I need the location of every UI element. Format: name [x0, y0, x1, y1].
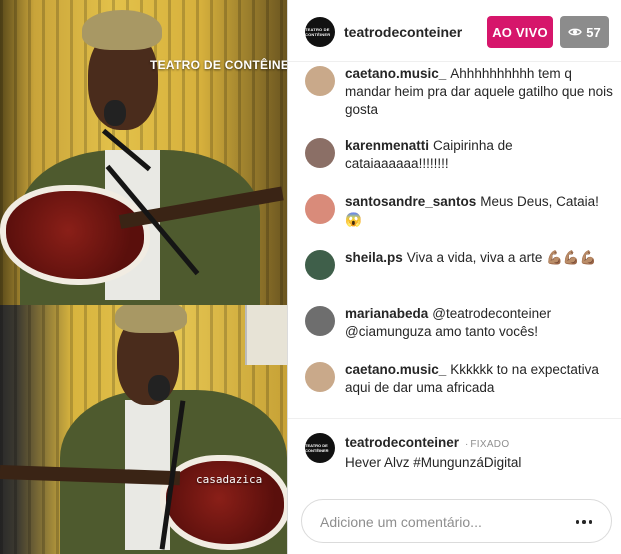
live-chat-panel: TEATRO DE CONTÊINER teatrodeconteiner AO… [287, 0, 621, 554]
avatar[interactable] [305, 66, 335, 96]
divider [288, 418, 621, 419]
comment-text: Viva a vida, viva a arte 💪🏽💪🏽💪🏽 [406, 250, 597, 265]
comment-username[interactable]: santosandre_santos [345, 194, 476, 209]
avatar[interactable] [305, 194, 335, 224]
avatar[interactable]: TEATRO DE CONTÊINER [305, 17, 335, 47]
viewer-count: 57 [586, 24, 601, 40]
comment-username[interactable]: karenmenatti [345, 138, 429, 153]
avatar[interactable]: TEATRO DE CONTÊINER [305, 433, 335, 463]
video-frame-bottom [0, 305, 287, 554]
watermark-bottom: casadazica [196, 473, 263, 486]
avatar[interactable] [305, 306, 335, 336]
more-options-icon[interactable] [573, 513, 595, 531]
comment-box [301, 499, 612, 543]
watermark-top: TEATRO DE CONTÊINER [150, 58, 287, 72]
comment-username[interactable]: marianabeda [345, 306, 428, 321]
comment-username[interactable]: caetano.music_ [345, 362, 446, 377]
header-username[interactable]: teatrodeconteiner [344, 24, 462, 40]
pinned-label: FIXADO [470, 439, 510, 450]
comment-username[interactable]: sheila.ps [345, 250, 403, 265]
video-frame-top: TEATRO DE CONTÊINER [0, 0, 287, 305]
pinned-text: Hever Alvz #MungunzáDigital [345, 455, 522, 470]
comment-list[interactable]: caetano.music_ Ahhhhhhhhhh tem q mandar h… [288, 62, 621, 418]
viewer-count-badge[interactable]: 57 [560, 16, 609, 48]
avatar[interactable] [305, 250, 335, 280]
avatar-logo-text: TEATRO DE CONTÊINER [305, 27, 331, 37]
live-header: TEATRO DE CONTÊINER teatrodeconteiner AO… [288, 0, 621, 62]
avatar[interactable] [305, 362, 335, 392]
live-badge: AO VIVO [487, 16, 553, 48]
avatar-logo-text: TEATRO DE CONTÊINER [305, 443, 329, 453]
pinned-username[interactable]: teatrodeconteiner [345, 435, 459, 450]
eye-icon [568, 28, 583, 36]
live-video[interactable]: TEATRO DE CONTÊINER casadazica [0, 0, 287, 554]
comment-username[interactable]: caetano.music_ [345, 66, 446, 81]
avatar[interactable] [305, 138, 335, 168]
comment-input[interactable] [320, 512, 560, 532]
